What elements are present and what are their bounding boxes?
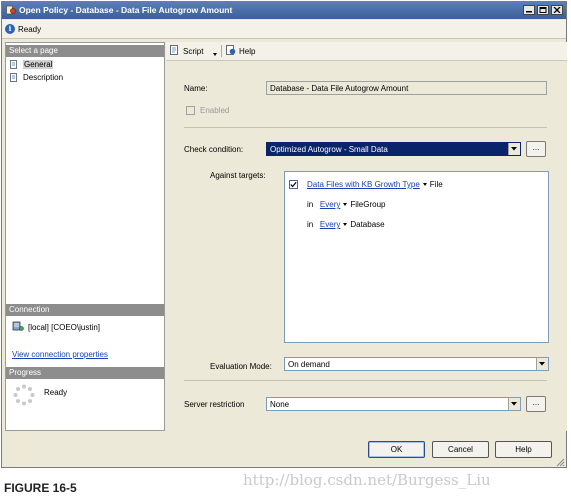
target-data-files-link[interactable]: Data Files with KB Growth Type [307,180,420,189]
title-bar[interactable]: Open Policy - Database - Data File Autog… [2,2,566,19]
view-connection-properties-link[interactable]: View connection properties [12,350,108,359]
check-condition-value: Optimized Autogrow - Small Data [270,145,388,154]
script-icon [170,45,178,55]
help-toolbar-label: Help [239,47,256,56]
chevron-down-icon[interactable] [422,183,427,186]
targets-tree[interactable]: Data Files with KB Growth Type File in Ev… [284,171,549,343]
help-button[interactable]: Help [495,441,552,458]
server-restriction-select[interactable]: None [266,397,521,411]
target-checkbox[interactable] [289,180,298,189]
enabled-checkbox[interactable] [186,106,195,115]
chevron-down-icon[interactable] [508,143,520,155]
progress-text: Ready [44,388,68,397]
progress-spinner-icon [13,384,35,406]
target-database-label: Database [350,220,385,229]
maximize-icon [539,7,547,13]
evaluation-mode-value: On demand [288,360,330,369]
page-item-general-label: General [23,60,54,69]
left-pane: Select a page General Description Connec… [5,42,165,431]
check-condition-select[interactable]: Optimized Autogrow - Small Data [266,142,521,156]
name-field[interactable]: Database - Data File Autogrow Amount [266,81,547,95]
server-restriction-browse-button[interactable]: ... [526,396,546,412]
target-row-files: Data Files with KB Growth Type File [307,180,443,189]
target-in-label: in [307,220,314,229]
enabled-label: Enabled [200,106,230,115]
target-file-label: File [429,180,443,189]
policy-icon [6,5,16,15]
cancel-button[interactable]: Cancel [432,441,489,458]
chevron-down-icon[interactable] [536,358,548,370]
page-item-description-label: Description [23,73,64,82]
info-icon: i [5,24,15,34]
window-title: Open Policy - Database - Data File Autog… [19,5,233,15]
page-icon [10,60,17,69]
help-icon [226,45,236,55]
policy-dialog-window: Open Policy - Database - Data File Autog… [1,1,567,468]
script-label: Script [183,47,204,56]
select-page-header: Select a page [6,45,164,57]
name-label: Name: [184,84,208,93]
ok-button[interactable]: OK [368,441,425,458]
target-row-filegroup: in Every FileGroup [307,200,385,209]
target-database-every-link[interactable]: Every [320,220,340,229]
chevron-down-icon[interactable] [213,49,217,58]
target-row-database: in Every Database [307,220,385,229]
server-icon [12,321,24,331]
status-text: Ready [18,25,42,34]
chevron-down-icon[interactable] [343,223,348,226]
target-filegroup-label: FileGroup [350,200,386,209]
progress-header-label: Progress [9,368,42,377]
evaluation-mode-select[interactable]: On demand [284,357,549,371]
target-in-label: in [307,200,314,209]
progress-header: Progress [6,367,164,379]
minimize-button[interactable] [523,5,535,15]
watermark: http://blog.csdn.net/Burgess_Liu [243,471,491,489]
evaluation-mode-label: Evaluation Mode: [210,362,272,371]
script-button[interactable]: Script [170,45,222,57]
divider [184,127,547,128]
name-field-value: Database - Data File Autogrow Amount [270,84,409,93]
page-icon [10,73,17,82]
server-restriction-value: None [270,400,290,409]
divider [184,380,547,381]
connection-header-label: Connection [9,305,50,314]
connection-text: [local] [COEO\justin] [28,323,101,332]
against-targets-label: Against targets: [210,171,266,180]
connection-header: Connection [6,304,164,316]
close-icon [553,7,561,13]
select-page-header-label: Select a page [9,46,58,55]
status-bar: i Ready [2,20,566,39]
close-button[interactable] [551,5,563,15]
target-filegroup-every-link[interactable]: Every [320,200,340,209]
chevron-down-icon[interactable] [508,398,520,410]
server-restriction-label: Server restriction [184,400,245,409]
toolbar: Script Help [166,42,567,61]
help-toolbar-button[interactable]: Help [226,45,260,57]
toolbar-separator [221,45,222,57]
check-condition-browse-button[interactable]: ... [526,141,546,157]
maximize-button[interactable] [537,5,549,15]
check-condition-label: Check condition: [184,145,244,154]
chevron-down-icon[interactable] [343,203,348,206]
resize-grip-icon[interactable] [555,457,565,467]
figure-caption: FIGURE 16-5 [4,481,77,495]
minimize-icon [526,11,532,13]
